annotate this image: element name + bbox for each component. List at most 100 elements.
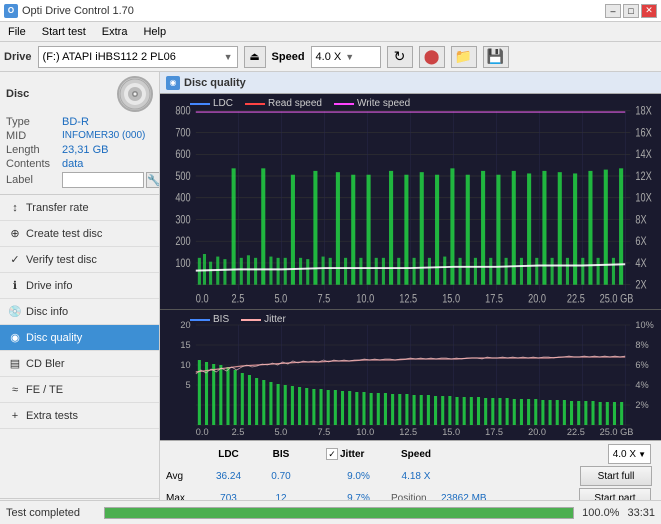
sidebar-item-transfer-rate[interactable]: ↕ Transfer rate [0, 195, 159, 221]
avg-label: Avg [166, 471, 201, 482]
svg-text:700: 700 [175, 128, 191, 140]
mid-value: INFOMER30 (000) [62, 130, 145, 142]
svg-text:22.5: 22.5 [567, 294, 585, 306]
sidebar-item-create-test-disc[interactable]: ⊕ Create test disc [0, 221, 159, 247]
sidebar-item-drive-info[interactable]: ℹ Drive info [0, 273, 159, 299]
disc-icon [117, 76, 153, 112]
legend-ldc-line [190, 103, 210, 105]
disc-info-icon: 💿 [8, 305, 22, 319]
sidebar-item-cd-bler[interactable]: ▤ CD Bler [0, 351, 159, 377]
status-text: Test completed [6, 507, 96, 519]
settings-icon: ⬤ [424, 48, 440, 65]
sidebar-item-verify-test-disc[interactable]: ✓ Verify test disc [0, 247, 159, 273]
menu-extra[interactable]: Extra [98, 25, 132, 39]
svg-text:22.5: 22.5 [567, 427, 585, 437]
extra-tests-icon: + [8, 409, 22, 423]
legend-ldc: LDC [190, 98, 233, 109]
svg-text:4X: 4X [635, 258, 646, 270]
svg-text:15.0: 15.0 [442, 294, 460, 306]
speed-value: 4.0 X [316, 51, 342, 63]
fe-te-icon: ≈ [8, 383, 22, 397]
app-title: Opti Drive Control 1.70 [22, 5, 134, 17]
chart-title: Disc quality [184, 77, 246, 89]
disc-quality-icon: ◉ [8, 331, 22, 345]
eject-button[interactable]: ⏏ [244, 46, 266, 68]
svg-text:0.0: 0.0 [196, 427, 209, 437]
settings-button2[interactable]: 📁 [451, 46, 477, 68]
jitter-header: Jitter [340, 449, 364, 460]
sidebar-item-fe-te[interactable]: ≈ FE / TE [0, 377, 159, 403]
svg-text:20.0: 20.0 [528, 294, 546, 306]
jitter-checkbox-area: ✓ Jitter [326, 448, 391, 460]
svg-text:0.0: 0.0 [196, 294, 209, 306]
verify-disc-icon: ✓ [8, 253, 22, 267]
svg-text:2%: 2% [635, 400, 648, 410]
menu-starttest[interactable]: Start test [38, 25, 90, 39]
disc-length-row: Length 23,31 GB [6, 144, 153, 156]
chart-top-svg: 800 700 600 500 400 300 200 100 18X 16X … [160, 98, 661, 309]
svg-text:6X: 6X [635, 236, 646, 248]
svg-text:12.5: 12.5 [399, 427, 417, 437]
settings-button1[interactable]: ⬤ [419, 46, 445, 68]
bis-header: BIS [256, 449, 306, 460]
speed-selector-stats[interactable]: 4.0 X ▼ [608, 444, 651, 464]
svg-text:25.0 GB: 25.0 GB [600, 427, 634, 437]
mid-label: MID [6, 130, 62, 142]
statusbar: Test completed 100.0% 33:31 [0, 500, 661, 524]
sidebar-item-disc-quality[interactable]: ◉ Disc quality [0, 325, 159, 351]
maximize-button[interactable]: □ [623, 4, 639, 18]
close-button[interactable]: ✕ [641, 4, 657, 18]
titlebar-controls: – □ ✕ [605, 4, 657, 18]
main-layout: Disc Type BD-R MID INFOMER30 (000) [0, 72, 661, 524]
svg-text:5.0: 5.0 [275, 427, 288, 437]
menu-help[interactable]: Help [139, 25, 170, 39]
svg-text:10: 10 [180, 360, 190, 370]
contents-value: data [62, 158, 83, 170]
refresh-button[interactable]: ↻ [387, 46, 413, 68]
save-icon: 💾 [487, 48, 504, 65]
svg-text:400: 400 [175, 193, 191, 205]
disc-info-label: Disc info [26, 306, 68, 318]
cd-bler-label: CD Bler [26, 358, 65, 370]
legend-ldc-label: LDC [213, 98, 233, 109]
speed-stats-value: 4.0 X [613, 449, 636, 460]
status-percent: 100.0% [582, 507, 619, 519]
chart-legend-top: LDC Read speed Write speed [160, 96, 661, 109]
label-edit-button[interactable]: 🔧 [146, 172, 160, 188]
sidebar-item-extra-tests[interactable]: + Extra tests [0, 403, 159, 429]
disc-panel-header: Disc [6, 76, 153, 112]
disc-label-row: Label 🔧 [6, 172, 153, 188]
fe-te-label: FE / TE [26, 384, 63, 396]
eject-icon: ⏏ [249, 50, 259, 63]
legend-jitter: Jitter [241, 314, 286, 325]
legend-read-label: Read speed [268, 98, 322, 109]
save-button[interactable]: 💾 [483, 46, 509, 68]
speed-header-label: Speed [391, 449, 441, 460]
svg-text:16X: 16X [635, 128, 651, 140]
minimize-button[interactable]: – [605, 4, 621, 18]
status-time: 33:31 [627, 507, 655, 519]
svg-text:20.0: 20.0 [528, 427, 546, 437]
sidebar-item-disc-info[interactable]: 💿 Disc info [0, 299, 159, 325]
menu-file[interactable]: File [4, 25, 30, 39]
svg-text:200: 200 [175, 236, 191, 248]
type-label: Type [6, 116, 62, 128]
avg-row: Avg 36.24 0.70 9.0% 4.18 X Start full [166, 466, 655, 486]
chart-header: ◉ Disc quality [160, 72, 661, 94]
sidebar: Disc Type BD-R MID INFOMER30 (000) [0, 72, 160, 524]
svg-text:8X: 8X [635, 214, 646, 226]
svg-text:15.0: 15.0 [442, 427, 460, 437]
legend-write-speed: Write speed [334, 98, 410, 109]
speed-selector[interactable]: 4.0 X ▼ [311, 46, 381, 68]
drive-selector[interactable]: (F:) ATAPI iHBS112 2 PL06 ▼ [38, 46, 238, 68]
svg-text:10X: 10X [635, 193, 651, 205]
svg-text:14X: 14X [635, 149, 651, 161]
label-input[interactable] [62, 172, 144, 188]
transfer-rate-label: Transfer rate [26, 202, 89, 214]
ldc-header: LDC [201, 449, 256, 460]
legend-bis: BIS [190, 314, 229, 325]
cd-bler-icon: ▤ [8, 357, 22, 371]
start-full-button[interactable]: Start full [580, 466, 652, 486]
contents-label: Contents [6, 158, 62, 170]
jitter-checkbox[interactable]: ✓ [326, 448, 338, 460]
